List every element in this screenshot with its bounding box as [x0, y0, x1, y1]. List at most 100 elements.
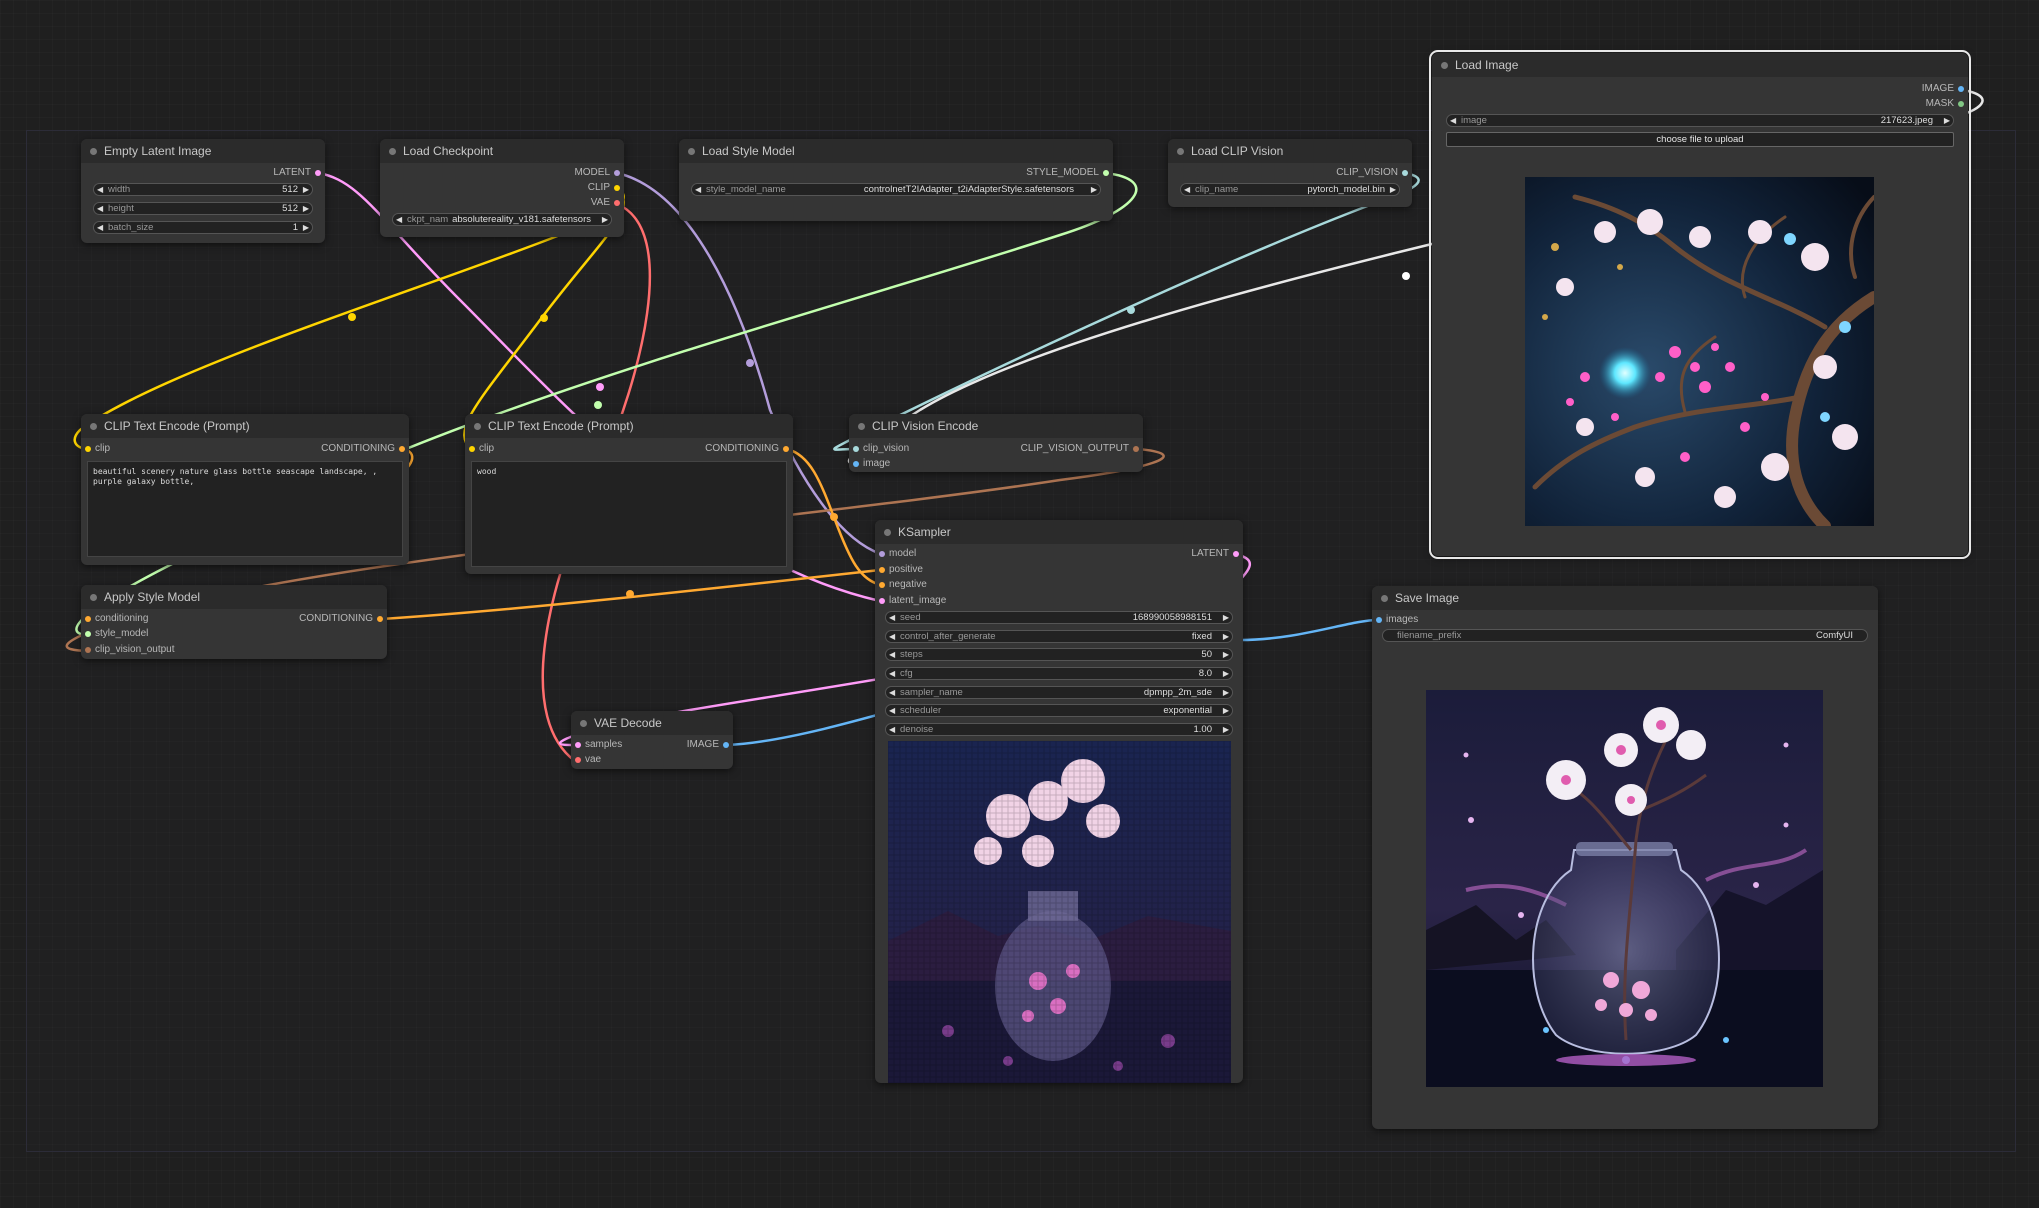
- node-vae-decode[interactable]: VAE Decode samples vae IMAGE: [571, 711, 733, 769]
- increment-arrow-icon: ▶: [1222, 650, 1229, 659]
- node-title[interactable]: CLIP Text Encode (Prompt): [465, 414, 793, 438]
- node-clip-text-encode-positive[interactable]: CLIP Text Encode (Prompt) clip CONDITION…: [81, 414, 409, 565]
- seed-widget[interactable]: ◀ seed 168990058988151 ▶: [885, 611, 1233, 624]
- decrement-arrow-icon: ◀: [97, 185, 104, 194]
- output-latent[interactable]: LATENT: [191, 166, 325, 180]
- input-clip[interactable]: clip: [81, 442, 110, 456]
- node-load-image[interactable]: Load Image IMAGE MASK ◀ image 217623.jpeg ▶…: [1429, 50, 1971, 559]
- node-apply-style-model[interactable]: Apply Style Model conditioning style_mod…: [81, 585, 387, 659]
- output-latent[interactable]: LATENT: [1109, 547, 1243, 561]
- collapse-dot-icon[interactable]: [580, 720, 587, 727]
- collapse-dot-icon[interactable]: [90, 148, 97, 155]
- node-load-style-model[interactable]: Load Style Model STYLE_MODEL ◀ style_mode…: [679, 139, 1113, 221]
- output-style-model[interactable]: STYLE_MODEL: [939, 166, 1113, 180]
- node-load-checkpoint[interactable]: Load Checkpoint MODEL CLIP VAE ◀ ckpt_nam…: [380, 139, 624, 237]
- clip-name-widget[interactable]: ◀ clip_name pytorch_model.bin ▶: [1180, 183, 1400, 196]
- prompt-textarea[interactable]: beautiful scenery nature glass bottle se…: [87, 461, 403, 557]
- node-title[interactable]: Apply Style Model: [81, 585, 387, 609]
- decrement-arrow-icon: ◀: [889, 706, 896, 715]
- collapse-dot-icon[interactable]: [688, 148, 695, 155]
- saved-image-preview: [1426, 690, 1823, 1087]
- upload-button[interactable]: choose file to upload: [1446, 132, 1954, 147]
- input-positive[interactable]: positive: [875, 563, 923, 577]
- output-conditioning[interactable]: CONDITIONING: [233, 612, 387, 626]
- input-latent-image[interactable]: latent_image: [875, 594, 946, 608]
- collapse-dot-icon[interactable]: [90, 594, 97, 601]
- node-title[interactable]: VAE Decode: [571, 711, 733, 735]
- collapse-dot-icon[interactable]: [884, 529, 891, 536]
- node-canvas[interactable]: Empty Latent Image LATENT ◀ width 512 ▶ ◀ he…: [0, 0, 2039, 1208]
- input-clip-vision-output[interactable]: clip_vision_output: [81, 643, 175, 657]
- node-title[interactable]: Load Style Model: [679, 139, 1113, 163]
- input-clip-vision[interactable]: clip_vision: [849, 442, 909, 456]
- increment-arrow-icon: ▶: [302, 185, 309, 194]
- sampler-name-widget[interactable]: ◀ sampler_name dpmpp_2m_sde ▶: [885, 686, 1233, 699]
- input-image[interactable]: image: [849, 457, 890, 471]
- decrement-arrow-icon: ◀: [889, 725, 896, 734]
- steps-widget[interactable]: ◀ steps 50 ▶: [885, 648, 1233, 661]
- input-samples[interactable]: samples: [571, 738, 622, 752]
- output-mask[interactable]: MASK: [1834, 97, 1968, 111]
- height-widget[interactable]: ◀ height 512 ▶: [93, 202, 313, 215]
- width-widget[interactable]: ◀ width 512 ▶: [93, 183, 313, 196]
- input-negative[interactable]: negative: [875, 578, 927, 592]
- node-title[interactable]: Save Image: [1372, 586, 1878, 610]
- image-select-widget[interactable]: ◀ image 217623.jpeg ▶: [1446, 114, 1954, 127]
- collapse-dot-icon[interactable]: [1441, 62, 1448, 69]
- output-clip[interactable]: CLIP: [490, 181, 624, 195]
- scheduler-widget[interactable]: ◀ scheduler exponential ▶: [885, 704, 1233, 717]
- decrement-arrow-icon: ◀: [889, 669, 896, 678]
- node-title[interactable]: Load CLIP Vision: [1168, 139, 1412, 163]
- decrement-arrow-icon: ◀: [695, 185, 702, 194]
- increment-arrow-icon: ▶: [1389, 185, 1396, 194]
- node-ksampler[interactable]: KSampler model positive negative latent_…: [875, 520, 1243, 1083]
- filename-prefix-widget[interactable]: filename_prefix ComfyUI: [1382, 629, 1868, 642]
- style-model-name-widget[interactable]: ◀ style_model_name controlnetT2IAdapter_t2…: [691, 183, 1101, 196]
- input-clip[interactable]: clip: [465, 442, 494, 456]
- batch-size-widget[interactable]: ◀ batch_size 1 ▶: [93, 221, 313, 234]
- input-vae[interactable]: vae: [571, 753, 601, 767]
- collapse-dot-icon[interactable]: [858, 423, 865, 430]
- cfg-widget[interactable]: ◀ cfg 8.0 ▶: [885, 667, 1233, 680]
- ckpt-name-widget[interactable]: ◀ ckpt_nam absolutereality_v181.safetensor…: [392, 213, 612, 226]
- collapse-dot-icon[interactable]: [1177, 148, 1184, 155]
- increment-arrow-icon: ▶: [1222, 688, 1229, 697]
- node-clip-text-encode-negative[interactable]: CLIP Text Encode (Prompt) clip CONDITION…: [465, 414, 793, 574]
- output-conditioning[interactable]: CONDITIONING: [639, 442, 793, 456]
- decrement-arrow-icon: ◀: [889, 613, 896, 622]
- output-image[interactable]: IMAGE: [639, 738, 733, 752]
- collapse-dot-icon[interactable]: [474, 423, 481, 430]
- input-images[interactable]: images: [1372, 613, 1418, 627]
- input-conditioning[interactable]: conditioning: [81, 612, 148, 626]
- input-model[interactable]: model: [875, 547, 916, 561]
- output-image[interactable]: IMAGE: [1834, 82, 1968, 96]
- output-conditioning[interactable]: CONDITIONING: [255, 442, 409, 456]
- node-title[interactable]: CLIP Vision Encode: [849, 414, 1143, 438]
- node-load-clip-vision[interactable]: Load CLIP Vision CLIP_VISION ◀ clip_name p…: [1168, 139, 1412, 207]
- loaded-image-preview: [1525, 177, 1874, 526]
- output-model[interactable]: MODEL: [490, 166, 624, 180]
- decrement-arrow-icon: ◀: [1184, 185, 1191, 194]
- prompt-textarea[interactable]: wood: [471, 461, 787, 567]
- increment-arrow-icon: ▶: [601, 215, 608, 224]
- denoise-widget[interactable]: ◀ denoise 1.00 ▶: [885, 723, 1233, 736]
- node-save-image[interactable]: Save Image images filename_prefix ComfyUI: [1372, 586, 1878, 1129]
- decrement-arrow-icon: ◀: [889, 688, 896, 697]
- node-title[interactable]: Load Checkpoint: [380, 139, 624, 163]
- collapse-dot-icon[interactable]: [389, 148, 396, 155]
- collapse-dot-icon[interactable]: [90, 423, 97, 430]
- node-title[interactable]: Empty Latent Image: [81, 139, 325, 163]
- node-clip-vision-encode[interactable]: CLIP Vision Encode clip_vision image CLI…: [849, 414, 1143, 472]
- decrement-arrow-icon: ◀: [97, 204, 104, 213]
- node-title[interactable]: Load Image: [1432, 53, 1968, 77]
- decrement-arrow-icon: ◀: [396, 215, 403, 224]
- output-clip-vision-output[interactable]: CLIP_VISION_OUTPUT: [969, 442, 1143, 456]
- control-after-generate-widget[interactable]: ◀ control_after_generate fixed ▶: [885, 630, 1233, 643]
- node-title[interactable]: CLIP Text Encode (Prompt): [81, 414, 409, 438]
- collapse-dot-icon[interactable]: [1381, 595, 1388, 602]
- node-empty-latent-image[interactable]: Empty Latent Image LATENT ◀ width 512 ▶ ◀ he…: [81, 139, 325, 243]
- input-style-model[interactable]: style_model: [81, 627, 148, 641]
- output-clip-vision[interactable]: CLIP_VISION: [1258, 166, 1412, 180]
- node-title[interactable]: KSampler: [875, 520, 1243, 544]
- output-vae[interactable]: VAE: [490, 196, 624, 210]
